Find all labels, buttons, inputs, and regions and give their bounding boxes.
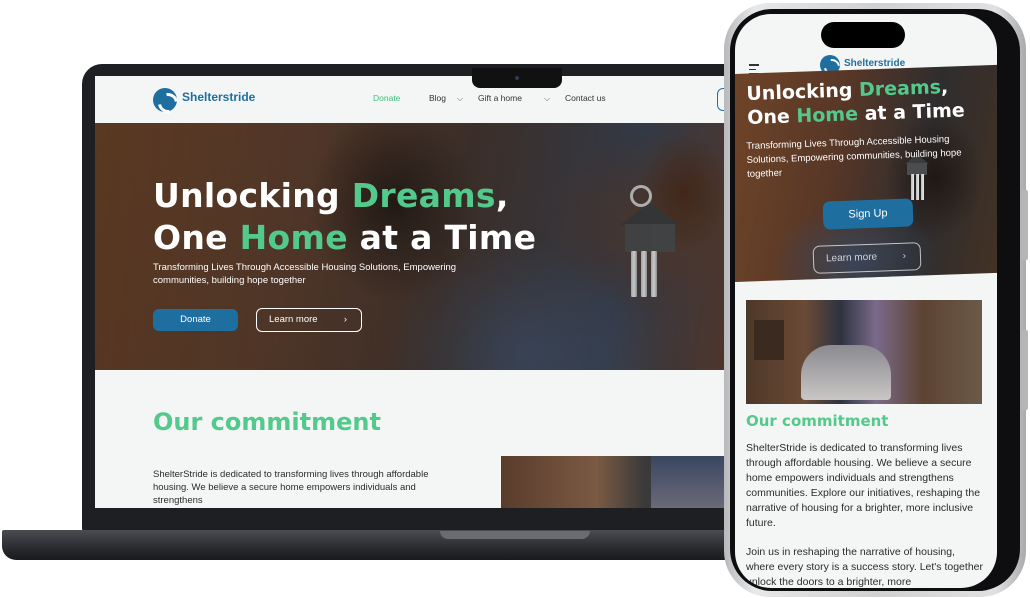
phone-hero-title: Unlocking Dreams, One Home at a Time — [746, 74, 965, 130]
commitment-text-secondary: Join us in reshaping the narrative of ho… — [746, 546, 983, 588]
commitment-text: ShelterStride is dedicated to transformi… — [153, 469, 429, 506]
logo-icon[interactable] — [153, 88, 177, 112]
hero-title: Unlocking Dreams, One Home at a Time — [153, 175, 536, 259]
laptop-screen: Shelterstride Donate Blog ⌵ Gift a home … — [95, 76, 740, 508]
nav-link-contact-us[interactable]: Contact us — [565, 93, 606, 103]
phone-hero-subtitle: Transforming Lives Through Accessible Ho… — [746, 133, 962, 180]
phone-screen: Shelterstride Unlocking Dreams, One Home… — [735, 14, 997, 588]
laptop-base — [2, 530, 762, 560]
hero-title-text: at a Time — [857, 99, 966, 126]
nav-link-gift-a-home[interactable]: Gift a home — [478, 93, 522, 103]
nav-link-blog[interactable]: Blog — [429, 93, 446, 103]
laptop-opening-groove — [440, 531, 590, 539]
chevron-right-icon: › — [343, 314, 347, 325]
commitment-text: ShelterStride is dedicated to transformi… — [746, 442, 981, 529]
hero-title-text: Unlocking — [746, 79, 860, 105]
hero-title-text: Unlocking — [153, 176, 352, 215]
hero-title-highlight: Dreams — [858, 76, 942, 102]
learn-more-button[interactable]: Learn more › — [256, 308, 362, 332]
hero-title-highlight: Home — [239, 218, 348, 257]
image-shelter — [801, 345, 891, 400]
hero-section: Unlocking Dreams, One Home at a Time Tra… — [95, 123, 740, 370]
sign-up-button[interactable]: Sign Up — [822, 198, 914, 230]
commitment-image — [746, 300, 982, 404]
hero-title-text: , — [495, 176, 509, 215]
chevron-right-icon: › — [902, 250, 907, 262]
top-navigation: Shelterstride Donate Blog ⌵ Gift a home … — [95, 76, 740, 123]
donate-button[interactable]: Donate — [153, 309, 238, 331]
hero-title-text: One — [153, 218, 240, 257]
commitment-heading: Our commitment — [153, 408, 381, 436]
hero-title-text: at a Time — [347, 218, 537, 257]
learn-more-label: Learn more — [269, 314, 318, 325]
laptop-camera-notch — [472, 68, 562, 88]
chevron-down-icon[interactable]: ⌵ — [544, 94, 550, 104]
brand-name[interactable]: Shelterstride — [844, 58, 905, 69]
hero-subtitle: Transforming Lives Through Accessible Ho… — [153, 262, 457, 286]
hero-title-text: , — [940, 75, 949, 99]
commitment-heading: Our commitment — [746, 412, 889, 430]
nav-link-donate[interactable]: Donate — [373, 93, 400, 103]
chevron-down-icon[interactable]: ⌵ — [457, 94, 463, 104]
commitment-image — [501, 456, 740, 508]
dynamic-island — [821, 22, 905, 48]
phone-side-button — [1022, 330, 1028, 410]
hero-title-highlight: Dreams — [351, 176, 496, 215]
image-doorway — [754, 320, 784, 360]
key-icon — [911, 174, 914, 200]
key-icon — [921, 174, 924, 200]
brand-name[interactable]: Shelterstride — [182, 90, 255, 104]
phone-power-button — [1022, 190, 1028, 260]
hero-title-text: One — [746, 105, 797, 129]
learn-more-button[interactable]: Learn more › — [812, 242, 922, 274]
camera-icon — [515, 76, 519, 80]
key-icon — [916, 174, 919, 200]
hero-title-highlight: Home — [796, 103, 859, 128]
learn-more-label: Learn more — [825, 251, 878, 265]
